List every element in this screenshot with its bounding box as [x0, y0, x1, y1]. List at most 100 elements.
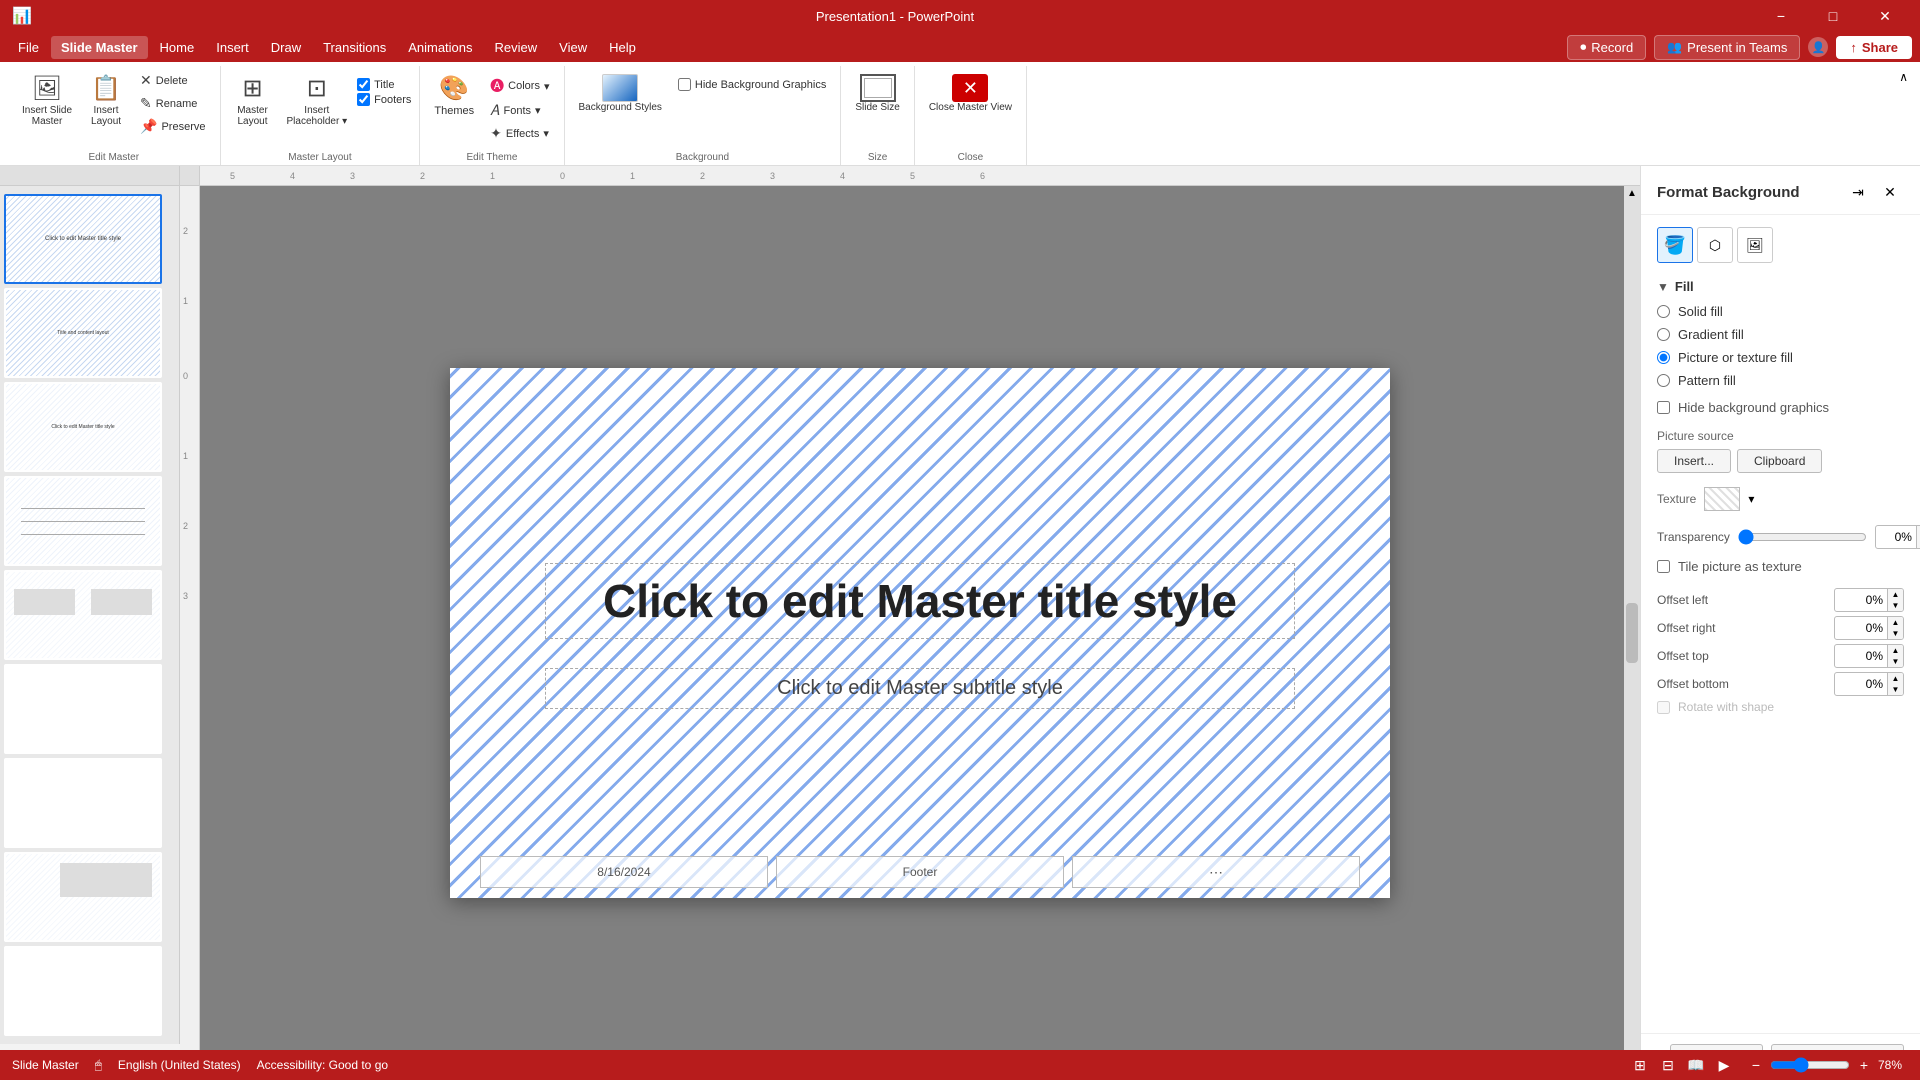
- texture-dropdown-icon[interactable]: ▾: [1748, 492, 1754, 506]
- panel-restore-button[interactable]: ⇥: [1844, 178, 1872, 206]
- maximize-button[interactable]: □: [1810, 0, 1856, 32]
- offset-top-input[interactable]: 0% ▲ ▼: [1834, 644, 1904, 668]
- menu-animations[interactable]: Animations: [398, 36, 482, 59]
- offset-top-spin-down[interactable]: ▼: [1887, 656, 1903, 667]
- fonts-button[interactable]: 𝐴 Fonts ▾: [484, 100, 555, 121]
- background-styles-button[interactable]: Background Styles: [573, 70, 668, 117]
- menu-view[interactable]: View: [549, 36, 597, 59]
- preserve-button[interactable]: 📌 Preserve: [134, 116, 211, 137]
- slide-thumb-9[interactable]: [4, 946, 162, 1036]
- slide-thumb-5[interactable]: [4, 570, 162, 660]
- solid-fill-radio-item[interactable]: Solid fill: [1657, 304, 1904, 319]
- vertical-scrollbar[interactable]: ▲ ▼: [1624, 186, 1640, 1080]
- scroll-up-icon[interactable]: ▲: [1627, 188, 1637, 199]
- colors-button[interactable]: 🅐 Colors ▾: [484, 74, 555, 98]
- slide-thumb-4[interactable]: [4, 476, 162, 566]
- line-fill-icon-btn[interactable]: ⬡: [1697, 227, 1733, 263]
- effects-fill-icon-btn[interactable]: 🖼: [1737, 227, 1773, 263]
- slide-thumb-8[interactable]: [4, 852, 162, 942]
- slide-show-button[interactable]: ▶: [1712, 1053, 1736, 1077]
- reading-view-button[interactable]: 📖: [1684, 1053, 1708, 1077]
- offset-bottom-spin-up[interactable]: ▲: [1887, 673, 1903, 684]
- slide-thumb-6[interactable]: [4, 664, 162, 754]
- record-button[interactable]: ⏺ Record: [1567, 35, 1646, 60]
- insert-slide-master-button[interactable]: 🖼 Insert SlideMaster: [16, 70, 78, 131]
- slide-thumb-2[interactable]: Title and content layout: [4, 288, 162, 378]
- gradient-fill-radio-item[interactable]: Gradient fill: [1657, 327, 1904, 342]
- pattern-fill-radio-item[interactable]: Pattern fill: [1657, 373, 1904, 388]
- themes-button[interactable]: 🎨 Themes: [428, 70, 480, 121]
- close-button[interactable]: ✕: [1862, 0, 1908, 32]
- tile-picture-row[interactable]: Tile picture as texture: [1657, 559, 1904, 574]
- slide-canvas[interactable]: Click to edit Master title style Click t…: [450, 368, 1390, 898]
- close-master-view-button[interactable]: ✕ Close Master View: [923, 70, 1018, 117]
- effects-button[interactable]: ✦ Effects ▾: [484, 123, 555, 144]
- canvas-area[interactable]: Click to edit Master title style Click t…: [200, 186, 1640, 1080]
- offset-left-input[interactable]: 0% ▲ ▼: [1834, 588, 1904, 612]
- offset-right-input[interactable]: 0% ▲ ▼: [1834, 616, 1904, 640]
- zoom-slider[interactable]: [1770, 1057, 1850, 1073]
- slide-thumb-2-inner: Title and content layout: [6, 290, 160, 376]
- insert-button[interactable]: Insert...: [1657, 449, 1731, 473]
- delete-button[interactable]: ✕ Delete: [134, 70, 211, 91]
- menu-insert[interactable]: Insert: [206, 36, 259, 59]
- texture-swatch[interactable]: [1704, 487, 1740, 511]
- hide-bg-graphics-row[interactable]: Hide background graphics: [1657, 400, 1904, 415]
- slide-size-button[interactable]: Slide Size: [849, 70, 905, 117]
- zoom-in-button[interactable]: +: [1854, 1055, 1874, 1075]
- title-checkbox-row[interactable]: Title: [357, 78, 411, 91]
- rename-button[interactable]: ✎ Rename: [134, 93, 211, 114]
- solid-fill-radio[interactable]: [1657, 305, 1670, 318]
- panel-close-button[interactable]: ✕: [1876, 178, 1904, 206]
- menu-transitions[interactable]: Transitions: [313, 36, 396, 59]
- ribbon-expand-button[interactable]: ∧: [1895, 66, 1912, 165]
- picture-texture-fill-radio[interactable]: [1657, 351, 1670, 364]
- transparency-slider[interactable]: [1738, 529, 1867, 545]
- user-avatar[interactable]: 👤: [1808, 37, 1828, 57]
- offset-bottom-input[interactable]: 0% ▲ ▼: [1834, 672, 1904, 696]
- title-placeholder[interactable]: Click to edit Master title style: [545, 563, 1295, 639]
- tile-picture-checkbox[interactable]: [1657, 560, 1670, 573]
- offset-left-spin-up[interactable]: ▲: [1887, 589, 1903, 600]
- offset-top-spin-up[interactable]: ▲: [1887, 645, 1903, 656]
- offset-bottom-spin-down[interactable]: ▼: [1887, 684, 1903, 695]
- transparency-spin-down[interactable]: ▼: [1916, 537, 1920, 548]
- menu-help[interactable]: Help: [599, 36, 646, 59]
- slide-thumb-7[interactable]: [4, 758, 162, 848]
- hide-bg-graphics-button[interactable]: Hide Background Graphics: [672, 70, 832, 93]
- scroll-thumb[interactable]: [1626, 603, 1638, 663]
- gradient-fill-radio[interactable]: [1657, 328, 1670, 341]
- offset-right-spin-up[interactable]: ▲: [1887, 617, 1903, 628]
- insert-layout-button[interactable]: 📋 InsertLayout: [82, 70, 130, 131]
- share-button[interactable]: ↑ Share: [1836, 36, 1912, 59]
- title-checkbox[interactable]: [357, 78, 370, 91]
- clipboard-button[interactable]: Clipboard: [1737, 449, 1822, 473]
- menu-home[interactable]: Home: [150, 36, 205, 59]
- hide-bg-graphics-checkbox[interactable]: [678, 78, 691, 91]
- pattern-fill-radio[interactable]: [1657, 374, 1670, 387]
- zoom-out-button[interactable]: −: [1746, 1055, 1766, 1075]
- slide-thumb-3[interactable]: Click to edit Master title style: [4, 382, 162, 472]
- normal-view-button[interactable]: ⊞: [1628, 1053, 1652, 1077]
- master-layout-button[interactable]: ⊞ MasterLayout: [229, 70, 277, 131]
- picture-texture-fill-radio-item[interactable]: Picture or texture fill: [1657, 350, 1904, 365]
- footers-checkbox[interactable]: [357, 93, 370, 106]
- slide-sorter-button[interactable]: ⊟: [1656, 1053, 1680, 1077]
- menu-draw[interactable]: Draw: [261, 36, 311, 59]
- menu-slide-master[interactable]: Slide Master: [51, 36, 148, 59]
- present-in-teams-button[interactable]: 👥 Present in Teams: [1654, 35, 1800, 60]
- menu-review[interactable]: Review: [485, 36, 548, 59]
- fill-section-header[interactable]: ▼ Fill: [1657, 279, 1904, 294]
- minimize-button[interactable]: −: [1758, 0, 1804, 32]
- menu-file[interactable]: File: [8, 36, 49, 59]
- transparency-spin-up[interactable]: ▲: [1916, 526, 1920, 537]
- subtitle-placeholder[interactable]: Click to edit Master subtitle style: [545, 668, 1295, 709]
- offset-right-spin-down[interactable]: ▼: [1887, 628, 1903, 639]
- footers-checkbox-row[interactable]: Footers: [357, 93, 411, 106]
- insert-placeholder-button[interactable]: ⊡ InsertPlaceholder ▾: [281, 70, 354, 131]
- hide-bg-graphics-panel-checkbox[interactable]: [1657, 401, 1670, 414]
- offset-left-spin-down[interactable]: ▼: [1887, 600, 1903, 611]
- slide-thumb-1-inner: Click to edit Master title style: [6, 196, 160, 282]
- solid-fill-icon-btn[interactable]: 🪣: [1657, 227, 1693, 263]
- slide-thumb-1[interactable]: Click to edit Master title style: [4, 194, 162, 284]
